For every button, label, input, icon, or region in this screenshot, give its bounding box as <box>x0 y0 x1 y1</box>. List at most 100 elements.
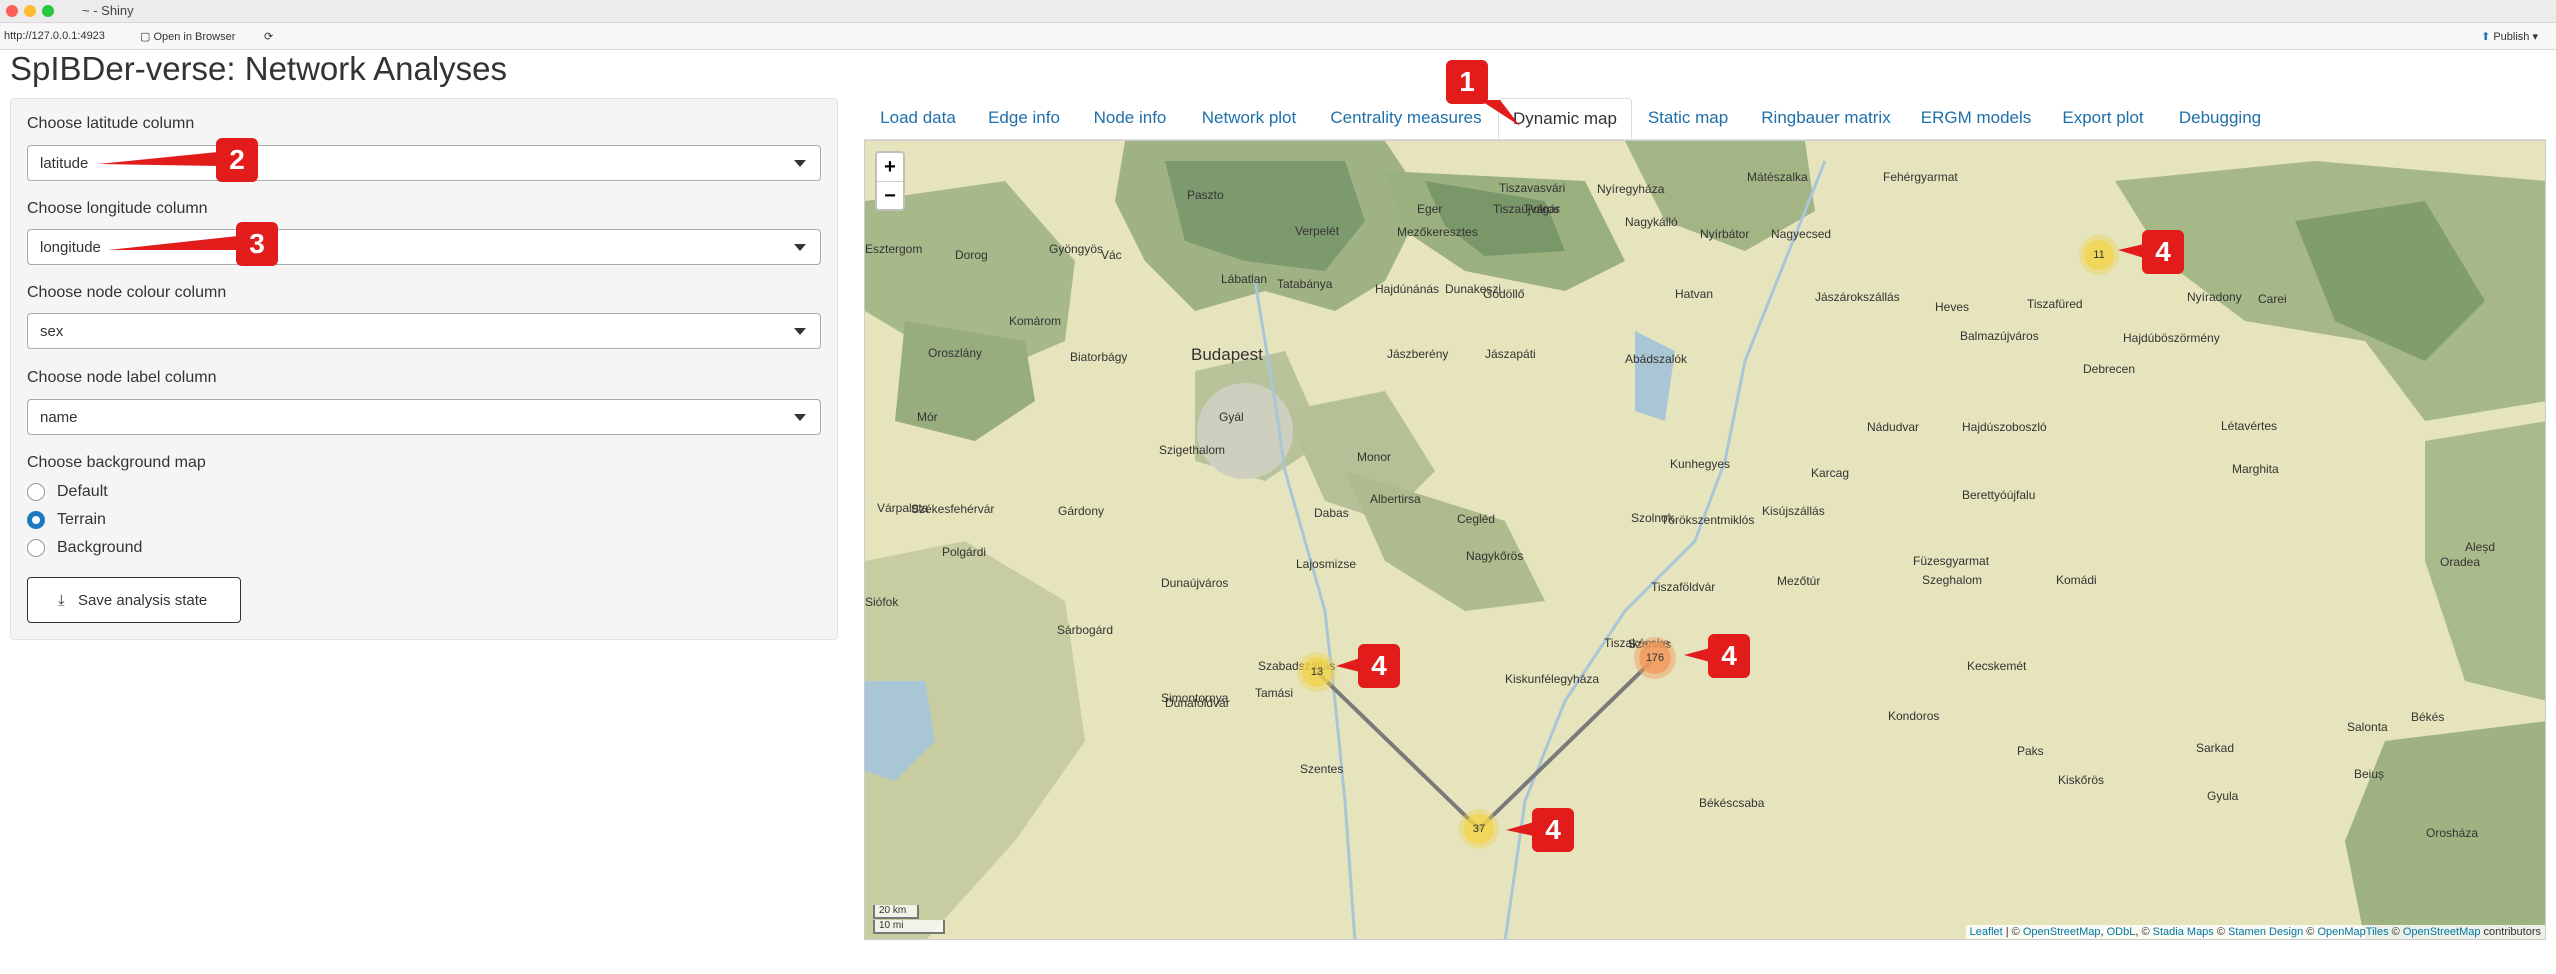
place-label: Oradea <box>2440 555 2480 569</box>
longitude-select[interactable]: longitude <box>27 229 821 265</box>
radio-label: Background <box>57 539 143 556</box>
tab-bar: Load data Edge info Node info Network pl… <box>864 98 2546 140</box>
annotation-callout: 2 <box>216 138 258 182</box>
zoom-window-button[interactable] <box>42 5 54 17</box>
place-label: Gyál <box>1219 410 1244 424</box>
background-map-label: Choose background map <box>27 454 206 471</box>
place-label: Békés <box>2411 710 2444 724</box>
zoom-out-button[interactable]: − <box>877 181 903 210</box>
place-label: Marghita <box>2232 462 2279 476</box>
node-colour-select[interactable]: sex <box>27 313 821 349</box>
place-label: Létavértes <box>2221 419 2277 433</box>
map-terrain: Paszto Eger Tiszavasvári Nyíregyháza Mátésza… <box>865 141 2545 939</box>
zoom-control: + − <box>875 151 905 211</box>
sidebar-panel: Choose latitude column latitude Choose l… <box>10 98 838 640</box>
place-label: Albertirsa <box>1370 492 1421 506</box>
longitude-label: Choose longitude column <box>27 200 208 217</box>
minimize-window-button[interactable] <box>24 5 36 17</box>
publish-button[interactable]: ⬆ Publish ▾ <box>2481 30 2538 43</box>
close-window-button[interactable] <box>6 5 18 17</box>
place-label: Verpelét <box>1295 224 1340 238</box>
place-label: Mór <box>917 410 938 424</box>
viewer-toolbar: http://127.0.0.1:4923 ▢ Open in Browser … <box>0 23 2556 50</box>
attribution-text: © <box>2388 926 2403 938</box>
place-label: Jászberény <box>1387 347 1448 361</box>
place-label: Kisújszállás <box>1762 504 1825 518</box>
latitude-label: Choose latitude column <box>27 115 195 132</box>
tab-ringbauer-matrix[interactable]: Ringbauer matrix <box>1744 98 1908 139</box>
refresh-icon[interactable]: ⟳ <box>264 30 273 43</box>
place-label: Lajosmizse <box>1296 557 1356 571</box>
place-label: Biatorbágy <box>1070 350 1127 364</box>
place-label: Esztergom <box>865 242 922 256</box>
place-label: Komádi <box>2056 573 2097 587</box>
place-label: Szeghalom <box>1922 573 1982 587</box>
download-icon: ⤓ <box>58 592 65 609</box>
place-label: Oroszlány <box>928 346 982 360</box>
tab-debugging[interactable]: Debugging <box>2162 98 2278 139</box>
place-label: Kiskőrös <box>2058 773 2104 787</box>
place-label: Karcag <box>1811 466 1849 480</box>
attribution-text: | © <box>2002 926 2023 938</box>
tab-node-info[interactable]: Node info <box>1076 98 1184 139</box>
attribution-text: © <box>2303 926 2318 938</box>
window-title: ~ - Shiny <box>82 3 134 18</box>
map-attribution: Leaflet | © OpenStreetMap, ODbL, © Stadi… <box>1965 925 2545 939</box>
latitude-select[interactable]: latitude <box>27 145 821 181</box>
cluster-marker[interactable]: 176 <box>1639 642 1671 674</box>
cluster-marker[interactable]: 13 <box>1302 657 1332 687</box>
radio-circle-selected <box>27 511 45 529</box>
tab-export-plot[interactable]: Export plot <box>2044 98 2162 139</box>
cluster-marker[interactable]: 11 <box>2084 240 2114 270</box>
url-text: http://127.0.0.1:4923 <box>4 30 105 42</box>
dynamic-map[interactable]: Paszto Eger Tiszavasvári Nyíregyháza Mátésza… <box>864 140 2546 940</box>
place-label: Cegléd <box>1457 512 1495 526</box>
place-label: Tamási <box>1255 686 1293 700</box>
place-label: Mátészalka <box>1747 170 1808 184</box>
osm-link[interactable]: OpenStreetMap <box>2023 926 2101 938</box>
place-label: Carei <box>2258 292 2287 306</box>
tab-centrality-measures[interactable]: Centrality measures <box>1314 98 1498 139</box>
attribution-text: contributors <box>2480 926 2541 938</box>
tab-edge-info[interactable]: Edge info <box>972 98 1076 139</box>
longitude-value: longitude <box>40 239 101 256</box>
place-label: Szigethalom <box>1159 443 1225 457</box>
tab-ergm-models[interactable]: ERGM models <box>1908 98 2044 139</box>
place-label: Nádudvar <box>1867 420 1919 434</box>
chevron-down-icon <box>794 328 806 335</box>
tab-dynamic-map[interactable]: Dynamic map <box>1498 98 1632 139</box>
place-label: Lábatlan <box>1221 272 1267 286</box>
place-label: Tiszaföldvár <box>1651 580 1715 594</box>
stadia-link[interactable]: Stadia Maps <box>2153 926 2214 938</box>
place-label: Jászapáti <box>1485 347 1536 361</box>
stamen-link[interactable]: Stamen Design <box>2228 926 2303 938</box>
place-label: Komárom <box>1009 314 1061 328</box>
save-analysis-button[interactable]: ⤓ Save analysis state <box>27 577 241 623</box>
annotation-callout: 3 <box>236 222 278 266</box>
place-label: Füzesgyarmat <box>1913 554 1990 568</box>
osm-link[interactable]: OpenStreetMap <box>2403 926 2481 938</box>
node-colour-label: Choose node colour column <box>27 284 227 301</box>
cluster-marker[interactable]: 37 <box>1464 814 1494 844</box>
place-label: Nyíregyháza <box>1597 182 1665 196</box>
place-label: Kiskunfélegyháza <box>1505 672 1599 686</box>
tab-static-map[interactable]: Static map <box>1632 98 1744 139</box>
tab-network-plot[interactable]: Network plot <box>1184 98 1314 139</box>
place-label: Abádszalók <box>1625 352 1688 366</box>
place-label: Gárdony <box>1058 504 1104 518</box>
zoom-in-button[interactable]: + <box>877 153 903 181</box>
tab-load-data[interactable]: Load data <box>864 98 972 139</box>
place-label: Hajdúnánás <box>1375 282 1439 296</box>
openmaptiles-link[interactable]: OpenMapTiles <box>2317 926 2388 938</box>
window-icon: ▢ <box>140 31 154 43</box>
place-label: Sarkad <box>2196 741 2234 755</box>
node-label-select[interactable]: name <box>27 399 821 435</box>
place-label: Polgár <box>1525 202 1560 216</box>
chevron-down-icon <box>794 414 806 421</box>
node-colour-value: sex <box>40 323 64 340</box>
leaflet-link[interactable]: Leaflet <box>1970 926 2003 938</box>
place-label: Nagyecsed <box>1771 227 1831 241</box>
odbl-link[interactable]: ODbL <box>2107 926 2136 938</box>
open-in-browser-button[interactable]: ▢ Open in Browser <box>140 30 235 43</box>
place-label: Mezőkeresztes <box>1397 225 1478 239</box>
